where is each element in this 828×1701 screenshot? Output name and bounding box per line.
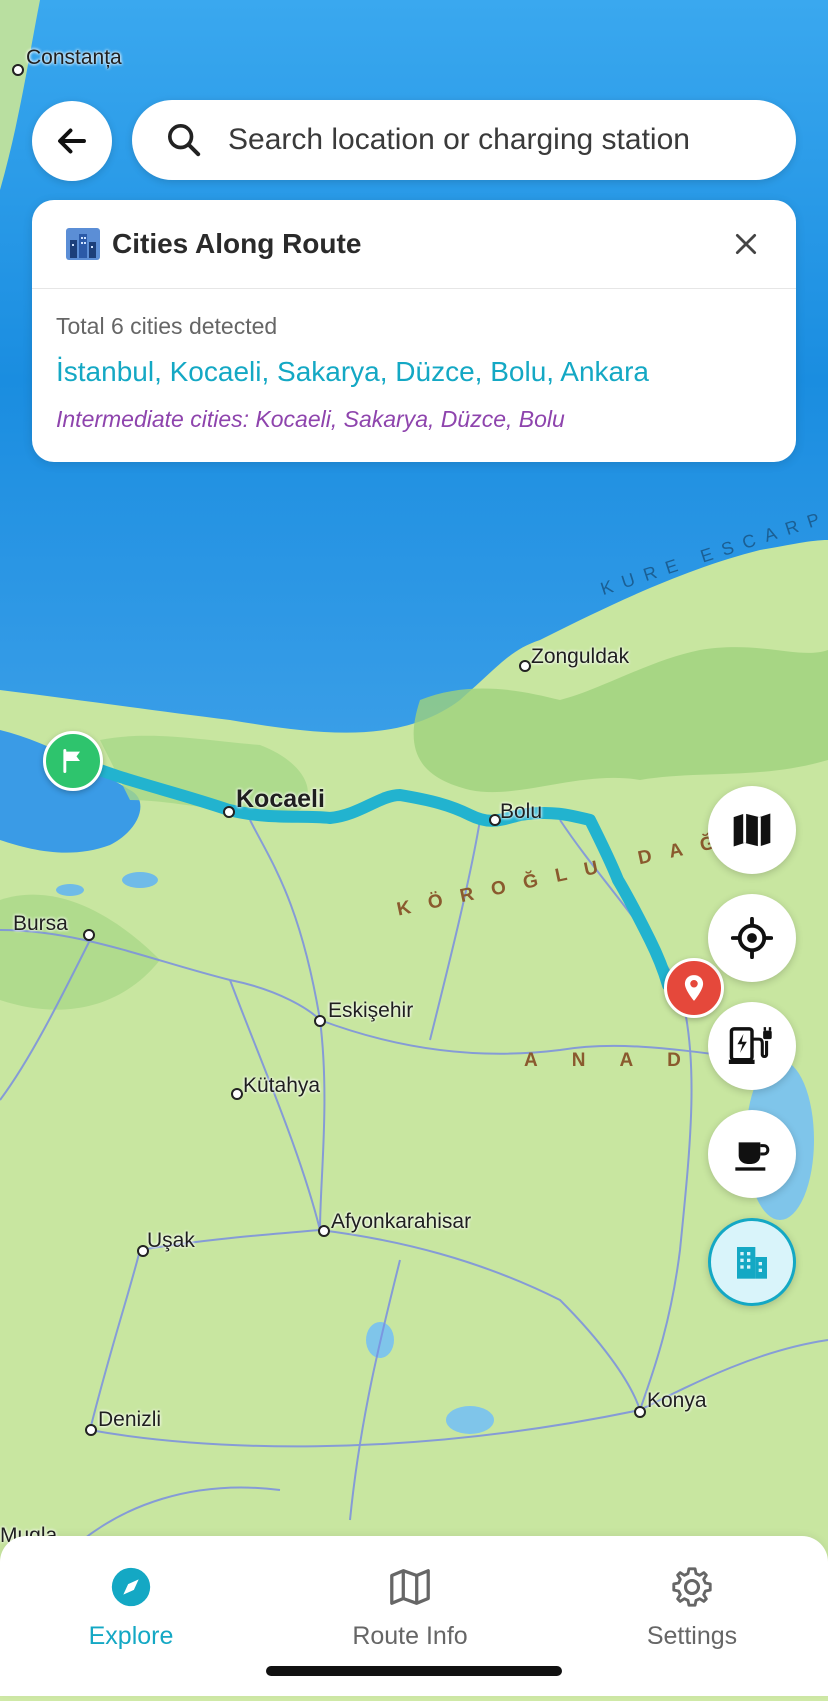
arrow-left-icon	[58, 128, 86, 154]
flag-icon	[63, 749, 80, 773]
city-dot	[231, 1088, 243, 1100]
city-dot	[314, 1015, 326, 1027]
search-bar[interactable]	[132, 100, 796, 180]
map-layers-icon	[733, 813, 771, 847]
nav-label-settings: Settings	[646, 1622, 738, 1650]
intermediate-cities-text: Intermediate cities: Kocaeli, Sakarya, D…	[56, 406, 565, 432]
close-button[interactable]	[726, 224, 766, 264]
city-label-constanta: Constanța	[26, 46, 122, 69]
city-dot	[519, 660, 531, 672]
map-layers-button[interactable]	[708, 786, 796, 874]
nav-label-explore: Explore	[88, 1622, 174, 1650]
city-label-afyonkarahisar: Afyonkarahisar	[331, 1210, 472, 1233]
route-end-marker[interactable]	[664, 958, 724, 1018]
city-label-usak: Uşak	[147, 1229, 195, 1252]
coffee-icon	[735, 1142, 770, 1171]
city-buildings-icon	[737, 1247, 767, 1279]
card-header: Cities Along Route	[32, 200, 796, 289]
city-label-eskisehir: Eskişehir	[328, 999, 414, 1022]
search-icon	[168, 123, 201, 157]
lake	[446, 1406, 494, 1434]
locate-icon	[731, 917, 773, 959]
location-pin-icon	[684, 975, 704, 1001]
card-title: Cities Along Route	[112, 228, 362, 259]
map-icon	[390, 1569, 430, 1605]
coffee-button[interactable]	[708, 1110, 796, 1198]
region-label-anadolu: ANAD	[524, 1050, 715, 1071]
close-icon	[735, 233, 757, 255]
city-dot	[223, 806, 235, 818]
city-dot	[318, 1225, 330, 1237]
route-start-marker[interactable]	[43, 731, 103, 791]
city-dot	[85, 1424, 97, 1436]
city-label-zonguldak: Zonguldak	[531, 645, 630, 668]
lake	[56, 884, 84, 896]
city-label-bursa: Bursa	[13, 912, 68, 935]
locate-button[interactable]	[708, 894, 796, 982]
city-dot	[634, 1406, 646, 1418]
city-label-kocaeli: Kocaeli	[236, 785, 325, 813]
cities-list: İstanbul, Kocaeli, Sakarya, Düzce, Bolu,…	[56, 356, 649, 387]
buildings-icon	[66, 228, 100, 260]
cities-along-route-card: Cities Along Route Total 6 cities detect…	[32, 200, 796, 462]
nav-item-route-info[interactable]: Route Info	[300, 1556, 520, 1666]
city-label-konya: Konya	[647, 1389, 707, 1412]
city-dot	[83, 929, 95, 941]
card-body: Total 6 cities detected İstanbul, Kocael…	[32, 289, 796, 433]
nav-item-settings[interactable]: Settings	[582, 1556, 802, 1666]
city-label-kutahya: Kütahya	[243, 1074, 321, 1097]
nav-label-route-info: Route Info	[352, 1622, 468, 1650]
back-button[interactable]	[32, 101, 112, 181]
city-dot	[12, 64, 24, 76]
search-input[interactable]	[226, 122, 790, 158]
compass-icon	[111, 1567, 151, 1607]
total-cities-text: Total 6 cities detected	[56, 313, 278, 339]
ev-charger-button[interactable]	[708, 1002, 796, 1090]
home-indicator	[266, 1666, 562, 1676]
gear-icon	[672, 1567, 712, 1607]
city-label-bolu: Bolu	[500, 800, 543, 823]
nav-item-explore[interactable]: Explore	[21, 1556, 241, 1666]
cities-along-route-button[interactable]	[708, 1218, 796, 1306]
ev-charger-icon	[728, 1027, 772, 1064]
city-label-denizli: Denizli	[98, 1408, 162, 1431]
lake	[122, 872, 158, 888]
